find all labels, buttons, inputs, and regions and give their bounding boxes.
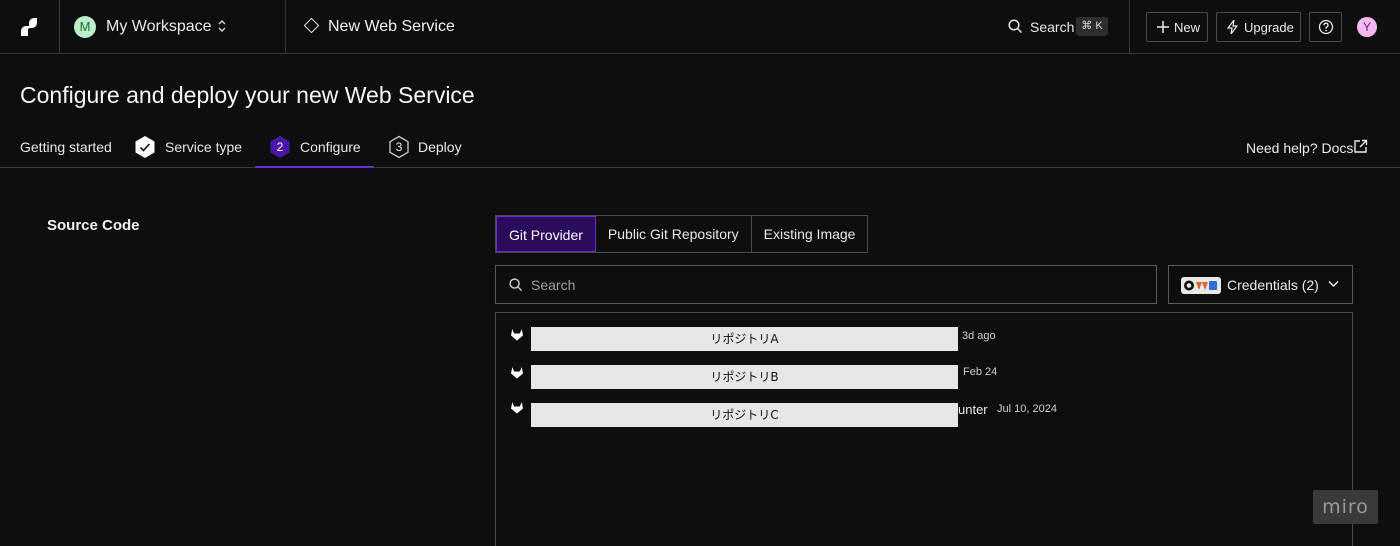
lightning-icon	[1227, 20, 1238, 34]
gitlab-icon	[511, 367, 523, 379]
step-getting-started[interactable]: Getting started	[20, 139, 112, 155]
external-link-icon[interactable]	[1353, 139, 1368, 154]
list-item[interactable]: リポジトリC unter Jul 10, 2024	[496, 401, 1352, 429]
step-service-type[interactable]: Service type	[165, 139, 242, 155]
diamond-icon	[303, 17, 320, 34]
repo-name: リポジトリB	[531, 365, 958, 389]
page-title: Configure and deploy your new Web Servic…	[20, 82, 475, 108]
search-icon	[1008, 19, 1023, 34]
question-icon	[1318, 19, 1334, 35]
tab-git-provider[interactable]: Git Provider	[496, 216, 596, 252]
workspace-switcher[interactable]: M My Workspace	[60, 0, 286, 54]
divider	[1129, 0, 1130, 54]
upgrade-button-label: Upgrade	[1244, 20, 1294, 35]
repo-search-input[interactable]	[531, 274, 1131, 296]
step-deploy[interactable]: Deploy	[418, 139, 462, 155]
chevron-up-down-icon	[218, 19, 226, 33]
render-logo-icon	[21, 18, 37, 36]
workspace-name: My Workspace	[106, 18, 212, 35]
step-configure-number: 2	[276, 140, 284, 154]
git-provider-icons	[1181, 277, 1221, 294]
step-configure[interactable]: Configure	[300, 139, 361, 155]
workspace-avatar: M	[74, 16, 96, 38]
active-step-indicator	[255, 166, 374, 168]
search-shortcut: ⌘ K	[1076, 17, 1108, 36]
repo-updated-date: 3d ago	[962, 330, 996, 342]
logo[interactable]	[0, 0, 60, 54]
upgrade-button[interactable]: Upgrade	[1216, 12, 1301, 42]
help-docs-link[interactable]: Need help? Docs	[1246, 140, 1353, 156]
repo-updated-date: Jul 10, 2024	[997, 403, 1057, 415]
gitlab-icon	[511, 402, 523, 414]
tab-existing-image[interactable]: Existing Image	[752, 216, 868, 252]
top-bar: M My Workspace New Web Service Search ⌘ …	[0, 0, 1400, 54]
repo-updated-date: Feb 24	[963, 366, 998, 378]
list-item[interactable]: リポジトリA 3d ago	[496, 325, 1352, 353]
search-label: Search	[1030, 19, 1075, 35]
help-button[interactable]	[1309, 12, 1342, 42]
search-icon	[509, 278, 523, 292]
list-item[interactable]: リポジトリB Feb 24	[496, 363, 1352, 391]
repository-list: リポジトリA 3d ago リポジトリB Feb 24 リポジトリC unter…	[495, 312, 1353, 546]
plus-icon	[1157, 21, 1169, 33]
repo-name: リポジトリA	[531, 327, 958, 351]
credentials-label: Credentials (2)	[1227, 277, 1319, 293]
new-button-label: New	[1174, 20, 1201, 35]
chevron-down-icon	[1328, 280, 1339, 288]
user-avatar[interactable]: Y	[1357, 17, 1377, 37]
repo-search-field[interactable]	[495, 265, 1157, 304]
miro-watermark: miro	[1313, 490, 1378, 524]
tab-public-git-repository[interactable]: Public Git Repository	[596, 216, 752, 252]
repo-name: リポジトリC	[531, 403, 958, 427]
step-done-check-icon	[135, 136, 155, 158]
new-button[interactable]: New	[1146, 12, 1208, 42]
step-deploy-number: 3	[395, 140, 403, 154]
section-title-source-code: Source Code	[47, 217, 140, 234]
source-tabs: Git Provider Public Git Repository Exist…	[495, 215, 869, 253]
credentials-dropdown[interactable]: Credentials (2)	[1168, 265, 1353, 304]
page-crumb-label: New Web Service	[328, 18, 455, 35]
stepper: Getting started Service type 2 Configure…	[0, 130, 1400, 168]
repo-name-suffix: unter	[958, 402, 988, 417]
gitlab-icon	[511, 329, 523, 341]
